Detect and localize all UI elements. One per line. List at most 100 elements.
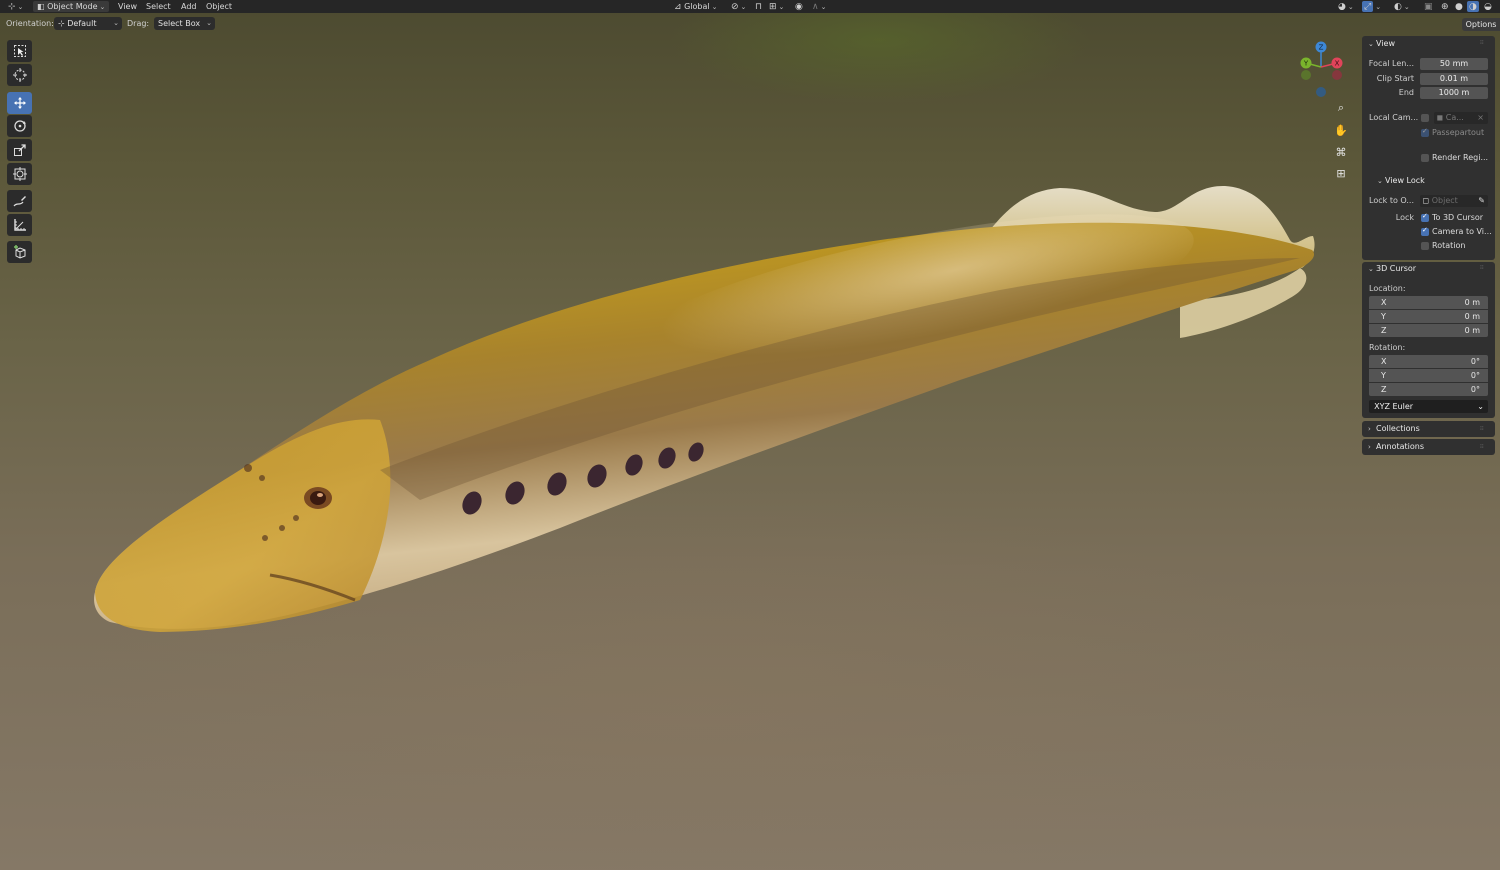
shading-solid-button[interactable]: ● <box>1455 0 1463 13</box>
shading-wireframe-button[interactable]: ⊕ <box>1441 0 1449 13</box>
local-camera-checkbox[interactable] <box>1421 114 1429 122</box>
cursor-rotation-z-field[interactable]: Z 0° <box>1369 383 1488 396</box>
visibility-dropdown[interactable]: ◕ ⌄ <box>1338 0 1354 13</box>
lock-to-object-label: Lock to O... <box>1369 196 1414 205</box>
3d-viewport[interactable] <box>0 0 1500 870</box>
xray-toggle[interactable]: ▣ <box>1424 0 1433 13</box>
add-cube-icon <box>13 245 25 259</box>
zoom-button[interactable]: ⌕ <box>1331 98 1351 118</box>
panel-grip-icon[interactable]: ⁝⁝ <box>1480 426 1488 432</box>
gizmo-toggle[interactable]: ⤢ ⌄ <box>1362 0 1381 13</box>
collections-header[interactable]: › Collections <box>1368 422 1420 436</box>
tool-scale[interactable] <box>7 139 32 161</box>
passepartout-checkbox[interactable] <box>1421 127 1429 137</box>
view-panel-title: View <box>1376 39 1395 48</box>
axis-label: Z <box>1381 326 1387 335</box>
cursor-rotation-y-field[interactable]: Y 0° <box>1369 369 1488 382</box>
panel-grip-icon[interactable]: ⁝⁝ <box>1480 40 1488 46</box>
navigation-gizmo[interactable]: Z X Y <box>1296 40 1346 100</box>
chevron-down-icon: ⌄ <box>1347 3 1354 11</box>
clip-end-field[interactable]: 1000 m <box>1420 87 1488 99</box>
pivot-point-dropdown[interactable]: ⊘ ⌄ <box>731 0 746 13</box>
gizmo-neg-y[interactable] <box>1301 70 1311 80</box>
orientation-global-label: Global <box>684 2 710 11</box>
gizmo-neg-x[interactable] <box>1332 70 1342 80</box>
lock-label: Lock <box>1395 213 1414 222</box>
local-camera-value: Ca... <box>1445 113 1464 122</box>
render-region-checkbox[interactable] <box>1421 154 1429 162</box>
menu-view[interactable]: View <box>118 0 137 13</box>
axis-value: 0 m <box>1464 326 1480 335</box>
cursor-location-x-field[interactable]: X 0 m <box>1369 296 1488 309</box>
falloff-dropdown[interactable]: ∧ ⌄ <box>812 0 826 13</box>
close-icon[interactable]: × <box>1477 112 1484 124</box>
camera-view-button[interactable]: ⌘ <box>1331 142 1351 162</box>
tool-cursor[interactable] <box>7 64 32 86</box>
local-camera-field[interactable]: ◼ Ca... × <box>1434 112 1488 124</box>
lock-camera-to-view-checkbox[interactable] <box>1421 226 1429 236</box>
panel-grip-icon[interactable]: ⁝⁝ <box>1480 444 1488 450</box>
clip-start-field[interactable]: 0.01 m <box>1420 73 1488 85</box>
magnet-icon: ⊓ <box>755 2 763 12</box>
focal-length-field[interactable]: 50 mm <box>1420 58 1488 70</box>
lock-camera-to-view-label: Camera to Vi... <box>1432 227 1492 236</box>
perspective-toggle-button[interactable]: ⊞ <box>1331 163 1351 183</box>
options-button[interactable]: Options <box>1462 18 1500 31</box>
tool-select-box[interactable] <box>7 40 32 62</box>
axis-label: Z <box>1381 385 1387 394</box>
tool-rotate[interactable] <box>7 115 32 137</box>
editor-type-button[interactable]: ⊹ ⌄ <box>8 0 23 13</box>
cursor-location-z-field[interactable]: Z 0 m <box>1369 324 1488 337</box>
shading-material-button[interactable]: ◑ <box>1467 0 1479 13</box>
gizmo-neg-z[interactable] <box>1316 87 1326 97</box>
menu-add[interactable]: Add <box>181 0 197 13</box>
magnifier-icon: ⌕ <box>1337 101 1345 114</box>
axes-icon: ⊿ <box>674 2 682 12</box>
snap-increment-icon: ⊞ <box>769 2 777 12</box>
render-region-label: Render Regi... <box>1432 153 1489 162</box>
3d-cursor-header[interactable]: ⌄ 3D Cursor <box>1368 262 1416 276</box>
drag-label: Drag: <box>127 19 150 28</box>
cursor-rotation-x-field[interactable]: X 0° <box>1369 355 1488 368</box>
lock-to-object-field[interactable]: ◻ Object ✎ <box>1420 195 1488 207</box>
lock-rotation-checkbox[interactable] <box>1421 242 1429 250</box>
menu-object[interactable]: Object <box>206 0 232 13</box>
eye-icon: ◕ <box>1338 2 1346 12</box>
rotation-mode-dropdown[interactable]: XYZ Euler ⌄ <box>1369 400 1488 413</box>
menu-select[interactable]: Select <box>146 0 171 13</box>
lock-rotation-label: Rotation <box>1432 241 1466 250</box>
tool-annotate[interactable] <box>7 190 32 212</box>
mode-dropdown[interactable]: ◧ Object Mode ⌄ <box>33 0 110 13</box>
view-panel-header[interactable]: ⌄ View <box>1368 37 1395 51</box>
pan-button[interactable]: ✋ <box>1331 120 1351 140</box>
axis-value: 0 m <box>1464 298 1480 307</box>
view-lock-title: View Lock <box>1385 176 1425 185</box>
overlays-toggle[interactable]: ◐ ⌄ <box>1394 0 1410 13</box>
orientation-value: Default <box>67 19 97 28</box>
tool-add-cube[interactable] <box>7 241 32 263</box>
xray-icon: ▣ <box>1424 2 1433 12</box>
proportional-edit-toggle[interactable]: ◉ <box>795 0 803 13</box>
eyedropper-icon[interactable]: ✎ <box>1478 195 1485 207</box>
annotations-header[interactable]: › Annotations <box>1368 440 1424 454</box>
drag-dropdown[interactable]: Select Box ⌄ <box>154 17 215 30</box>
view-lock-header[interactable]: ⌄ View Lock <box>1377 174 1425 188</box>
lamprey-model[interactable] <box>0 0 1500 870</box>
tool-measure[interactable] <box>7 214 32 236</box>
lock-to-3d-cursor-checkbox[interactable] <box>1421 212 1429 222</box>
orientation-dropdown[interactable]: ⊹ Default ⌄ <box>54 17 122 30</box>
shading-rendered-button[interactable]: ◒ <box>1484 0 1492 13</box>
cursor-location-y-field[interactable]: Y 0 m <box>1369 310 1488 323</box>
clip-start-label: Clip Start <box>1376 74 1414 83</box>
panel-grip-icon[interactable]: ⁝⁝ <box>1480 265 1488 271</box>
chevron-right-icon: › <box>1368 425 1371 433</box>
lock-to-object-placeholder: Object <box>1431 196 1458 205</box>
chevron-down-icon: ⌄ <box>1403 3 1410 11</box>
camera-icon: ⌘ <box>1335 145 1347 159</box>
tool-move[interactable] <box>7 92 32 114</box>
proportional-edit-icon: ◉ <box>795 2 803 12</box>
tool-transform[interactable] <box>7 163 32 185</box>
snap-target-dropdown[interactable]: ⊞ ⌄ <box>769 0 784 13</box>
snap-toggle[interactable]: ⊓ <box>755 0 762 13</box>
transform-orientation-dropdown[interactable]: ⊿ Global ⌄ <box>674 0 718 13</box>
